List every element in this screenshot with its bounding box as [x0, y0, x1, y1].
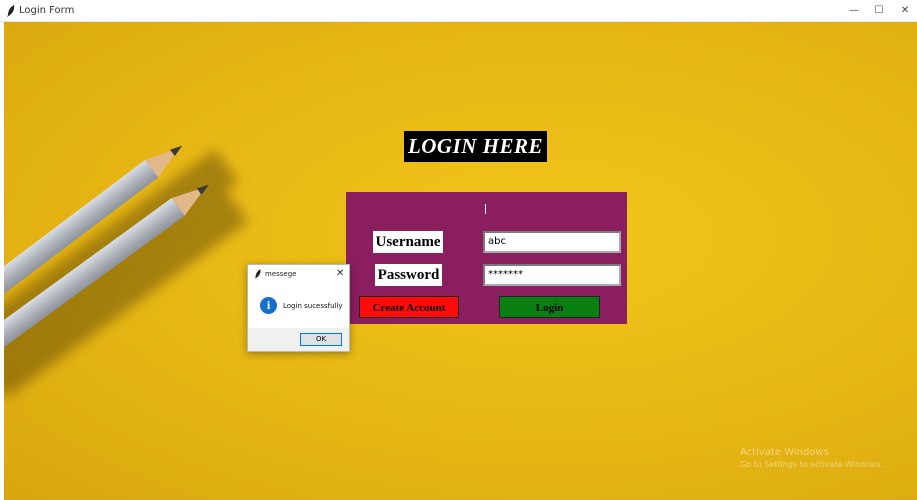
minimize-button[interactable]: — — [842, 2, 866, 20]
watermark-title: Activate Windows — [740, 447, 829, 458]
window-title: Login Form — [19, 5, 75, 16]
maximize-button[interactable]: ☐ — [867, 2, 891, 20]
dialog-title: messege — [265, 270, 297, 278]
login-button[interactable]: Login — [499, 296, 600, 318]
username-label: Username — [373, 231, 443, 253]
password-field[interactable]: ******* — [483, 264, 621, 286]
feather-icon — [7, 5, 15, 17]
dialog-close-button[interactable]: ✕ — [336, 268, 344, 279]
dialog-message: Login sucessfully — [283, 302, 343, 310]
username-field[interactable]: abc — [483, 231, 621, 253]
login-heading: LOGIN HERE — [404, 131, 547, 162]
ok-button[interactable]: OK — [300, 333, 342, 346]
create-account-button[interactable]: Create Account — [359, 296, 459, 318]
close-button[interactable]: ✕ — [893, 2, 917, 20]
watermark-subtitle: Go to Settings to activate Windows. — [740, 460, 884, 469]
password-label: Password — [375, 264, 442, 286]
info-icon: i — [260, 297, 277, 314]
dialog-footer: OK — [248, 328, 349, 351]
text-caret — [485, 204, 486, 214]
message-dialog: messege ✕ i Login sucessfully OK — [247, 264, 350, 352]
dialog-titlebar: messege ✕ — [248, 265, 349, 283]
window-titlebar: Login Form — ☐ ✕ — [0, 0, 917, 22]
feather-icon — [254, 269, 261, 279]
activate-windows-watermark: Activate Windows Go to Settings to activ… — [740, 447, 883, 469]
